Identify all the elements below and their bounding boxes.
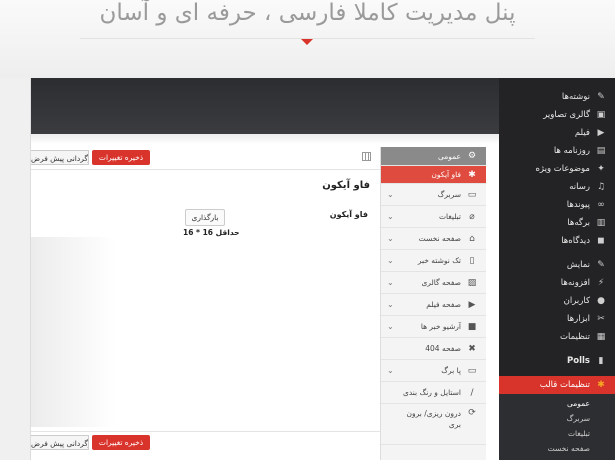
banner-headline: پنل مدیریت کاملا فارسی ، حرفه ای و آسان	[99, 0, 516, 26]
section-icon: ▶	[468, 299, 476, 310]
top-toolbar: بازگردانی پیش فرض ذخیره تغییرات	[31, 147, 380, 170]
pin-icon: ✎	[597, 92, 605, 102]
menu-item[interactable]: کاربران ●	[499, 292, 615, 310]
menu-item[interactable]: تنظیمات ▦	[499, 328, 615, 346]
section-icon: ▨	[467, 277, 477, 288]
admin-menu: نوشته‌ها ✎ گالری تصاویر ▣ فیلم ▶ روزنامه ها ▤ مو…	[499, 78, 615, 460]
chevron-down-icon: ⌄	[387, 278, 394, 287]
film-icon: ▶	[597, 128, 605, 138]
menu-item-polls[interactable]: Polls ▮	[499, 352, 615, 370]
submenu-item[interactable]: سربرگ	[499, 411, 615, 426]
menu-item[interactable]: فیلم ▶	[499, 124, 615, 142]
reset-defaults-button[interactable]: بازگردانی پیش فرض	[31, 435, 89, 450]
menu-item[interactable]: رسانه ♫	[499, 178, 615, 196]
options-content: بازگردانی پیش فرض ذخیره تغییرات فاو آیکو…	[31, 147, 380, 460]
menu-item[interactable]: روزنامه ها ▤	[499, 142, 615, 160]
pages-icon: ▥	[596, 218, 606, 228]
admin-screenshot-frame: نوشته‌ها ✎ گالری تصاویر ▣ فیلم ▶ روزنامه ها ▤ مو…	[30, 78, 615, 460]
menu-item[interactable]: افزونه‌ها ⚡	[499, 274, 615, 292]
promo-banner: پنل مدیریت کاملا فارسی ، حرفه ای و آسان	[0, 0, 615, 78]
menu-item[interactable]: برگه‌ها ▥	[499, 214, 615, 232]
section-icon: ⌀	[469, 211, 475, 222]
chevron-down-icon: ⌄	[387, 300, 394, 309]
menu-item[interactable]: نمایش ✎	[499, 256, 615, 274]
submenu-item[interactable]: تبلیغات	[499, 426, 615, 441]
options-nav-item[interactable]: ⌄ صفحه گالری ▨	[381, 272, 486, 294]
appearance-icon: ✎	[597, 260, 605, 270]
section-icon: ▭	[467, 189, 477, 200]
reset-defaults-button[interactable]: بازگردانی پیش فرض	[31, 150, 89, 165]
options-nav-item[interactable]: ⌄ پا برگ ▭	[381, 360, 486, 382]
chevron-down-icon: ⌄	[387, 212, 394, 221]
chevron-down-icon: ⌄	[387, 256, 394, 265]
theme-settings-submenu: عمومی سربرگ تبلیغات صفحه نخست	[499, 394, 615, 460]
options-nav-item[interactable]: ⌄ تک نوشته خبر ▯	[381, 250, 486, 272]
favicon-field-label: فاو آیکون	[329, 210, 368, 219]
chevron-down-icon: ⌄	[387, 190, 394, 199]
media-icon: ♫	[596, 182, 606, 192]
section-icon: ⟳	[468, 408, 476, 418]
gallery-icon: ▣	[596, 110, 606, 120]
menu-item[interactable]: پیوندها ∞	[499, 196, 615, 214]
upload-button[interactable]: بارگذاری	[185, 209, 225, 226]
section-title: فاو آیکون	[322, 180, 370, 191]
options-nav-item[interactable]: ⌄ تبلیغات ⌀	[381, 206, 486, 228]
save-changes-button[interactable]: ذخیره تغییرات	[92, 435, 150, 450]
newspaper-icon: ▤	[596, 146, 606, 156]
options-nav-item[interactable]: استایل و رنگ بندی /	[381, 382, 486, 404]
admin-top-bar	[31, 78, 499, 134]
menu-item[interactable]: دیدگاه‌ها ◼	[499, 232, 615, 250]
options-nav-item[interactable]: ⌄ سربرگ ▭	[381, 184, 486, 206]
users-icon: ●	[597, 296, 605, 306]
menu-item[interactable]: موضوعات ویژه ✦	[499, 160, 615, 178]
chevron-down-icon: ⌄	[387, 234, 394, 243]
section-icon: ▯	[469, 255, 475, 266]
comments-icon: ◼	[597, 236, 605, 246]
featured-icon: ✦	[597, 164, 605, 174]
section-icon: ⌂	[469, 233, 475, 244]
gear-icon: ⚙	[467, 151, 477, 161]
section-icon: /	[470, 387, 474, 398]
grid-view-icon[interactable]	[362, 152, 371, 161]
settings-icon: ▦	[596, 332, 606, 342]
star-icon: ✱	[468, 169, 476, 180]
options-nav: عمومی ⚙ فاو آیکون ✱ ⌄ سربرگ ▭ ⌄ تبلیغات ⌀ ⌄ صفح…	[380, 147, 486, 460]
chevron-down-icon: ⌄	[387, 366, 394, 375]
options-item-favicon[interactable]: فاو آیکون ✱	[381, 166, 486, 184]
banner-arrow-icon	[301, 39, 313, 45]
options-nav-item[interactable]: درون ریزی/ برون بری ⟳	[381, 404, 486, 445]
menu-item-theme-settings[interactable]: تنظیمات قالب ✱	[499, 376, 615, 394]
options-nav-item[interactable]: صفحه 404 ✖	[381, 338, 486, 360]
section-icon: ■	[467, 321, 477, 332]
section-icon: ▭	[467, 365, 477, 376]
section-icon: ✖	[468, 343, 476, 354]
tools-icon: ✂	[597, 314, 605, 324]
link-icon: ∞	[597, 200, 605, 210]
plugins-icon: ⚡	[597, 278, 605, 288]
options-nav-item[interactable]: ⌄ آرشیو خبر ها ■	[381, 316, 486, 338]
size-hint: حداقل 16 * 16	[183, 228, 240, 237]
polls-icon: ▮	[598, 356, 604, 366]
options-nav-item[interactable]: ⌄ صفحه فیلم ▶	[381, 294, 486, 316]
submenu-item[interactable]: صفحه نخست	[499, 441, 615, 456]
menu-item[interactable]: ابزارها ✂	[499, 310, 615, 328]
options-nav-item[interactable]: ⌄ صفحه نخست ⌂	[381, 228, 486, 250]
bottom-toolbar: بازگردانی پیش فرض ذخیره تغییرات	[31, 431, 380, 454]
theme-settings-icon: ✱	[597, 380, 605, 390]
submenu-item[interactable]: عمومی	[499, 396, 615, 411]
options-group-general[interactable]: عمومی ⚙	[381, 147, 486, 166]
chevron-down-icon: ⌄	[387, 322, 394, 331]
menu-item[interactable]: نوشته‌ها ✎	[499, 88, 615, 106]
save-changes-button[interactable]: ذخیره تغییرات	[92, 150, 150, 165]
menu-item[interactable]: گالری تصاویر ▣	[499, 106, 615, 124]
